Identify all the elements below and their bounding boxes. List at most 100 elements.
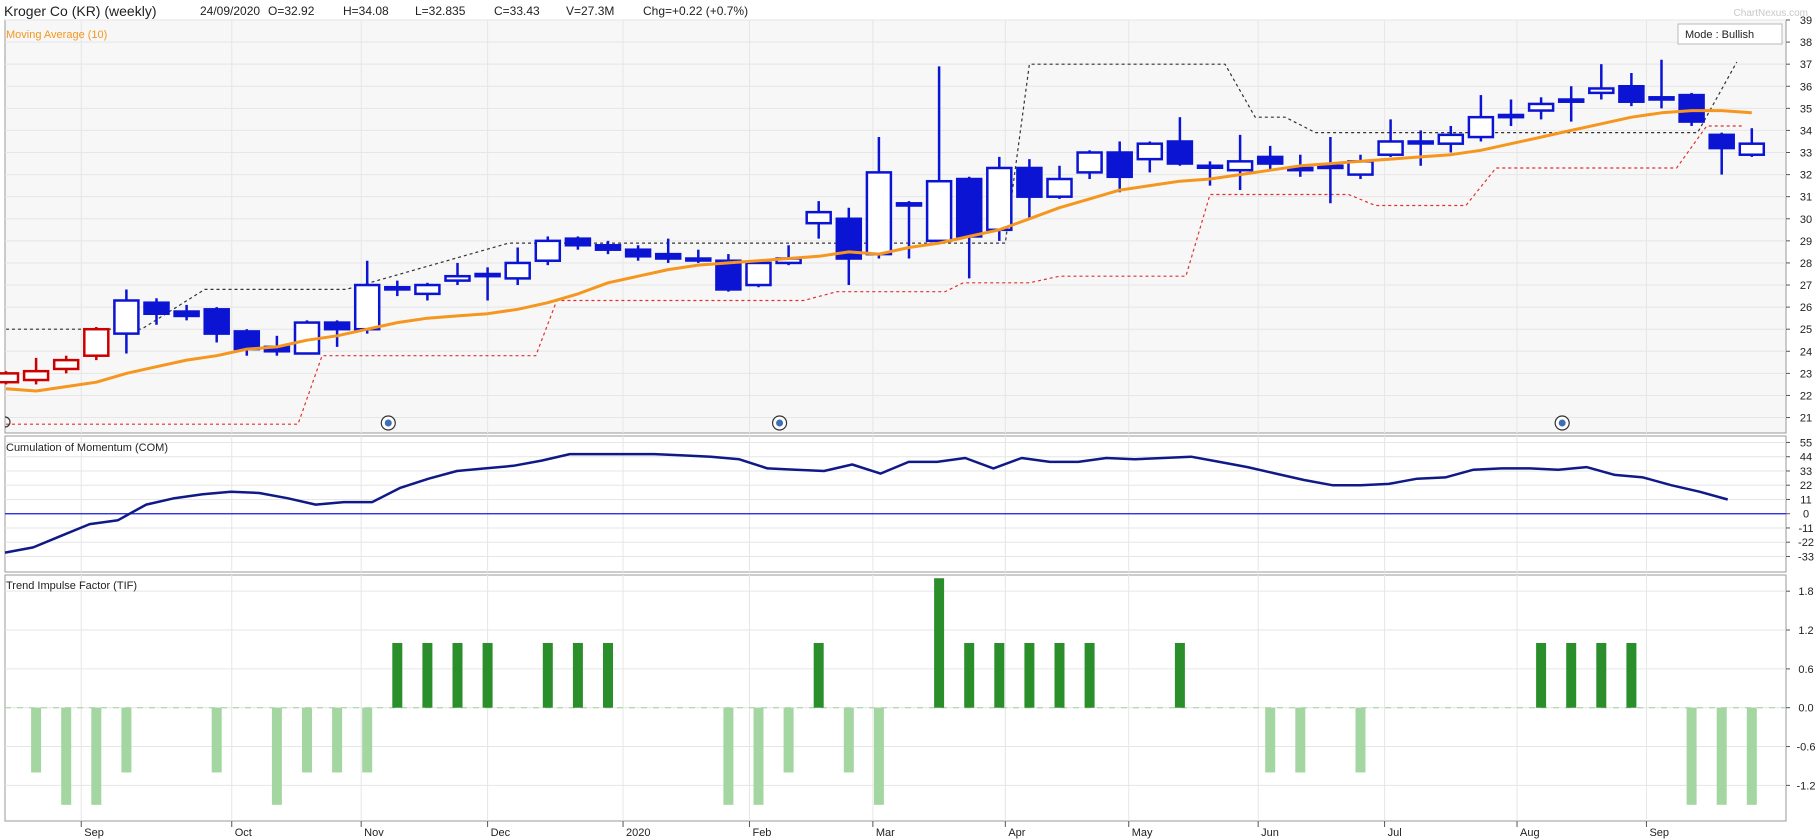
candle-body-down[interactable] bbox=[1678, 93, 1705, 123]
candle-body-up[interactable] bbox=[1738, 142, 1766, 156]
candle-body-up[interactable] bbox=[22, 369, 50, 382]
candle-body-down[interactable] bbox=[1708, 133, 1735, 150]
tif-bar-positive[interactable] bbox=[572, 642, 583, 708]
tif-bar-positive[interactable] bbox=[1054, 642, 1065, 708]
candle-body-up[interactable] bbox=[474, 272, 501, 278]
com-panel[interactable]: -33 -22 -11 0 11 22 33 44 55 Cumulation of Moment… bbox=[4, 435, 1814, 573]
candle-body-up[interactable] bbox=[1196, 164, 1224, 170]
tif-bar-positive[interactable] bbox=[934, 578, 945, 708]
tif-bar-negative[interactable] bbox=[873, 707, 884, 805]
tif-bar-negative[interactable] bbox=[783, 707, 794, 773]
tif-bar-positive[interactable] bbox=[964, 642, 975, 708]
candle-body-up[interactable] bbox=[1588, 87, 1615, 95]
candle-body-up[interactable] bbox=[1437, 133, 1465, 145]
candle-body-down[interactable] bbox=[654, 252, 682, 260]
candle-body-down[interactable] bbox=[564, 237, 592, 247]
header-date: 24/09/2020 bbox=[200, 4, 260, 18]
candle-body-down[interactable] bbox=[1256, 155, 1284, 165]
tif-bar-positive[interactable] bbox=[994, 642, 1005, 708]
candle-body-up[interactable] bbox=[805, 210, 832, 225]
candle-body-up[interactable] bbox=[113, 299, 140, 335]
tif-bar-positive[interactable] bbox=[392, 642, 403, 708]
tif-bar-positive[interactable] bbox=[482, 642, 493, 708]
price-panel[interactable]: 21 22 23 24 25 26 27 28 29 30 31 32 33 34 35 36 37 38 39 Mo… bbox=[0, 15, 1812, 434]
stock-chart[interactable]: Kroger Co (KR) (weekly) 24/09/2020 O=32.… bbox=[0, 0, 1815, 840]
candle-body-up[interactable] bbox=[685, 257, 712, 262]
tif-bar-negative[interactable] bbox=[61, 707, 72, 805]
tif-bar-positive[interactable] bbox=[1174, 642, 1185, 708]
candle-body-up[interactable] bbox=[925, 179, 953, 243]
price-tick-label: 27 bbox=[1800, 280, 1812, 292]
candle-body-down[interactable] bbox=[323, 321, 351, 331]
candle-body-up[interactable] bbox=[1226, 160, 1254, 172]
candle-body-down[interactable] bbox=[955, 177, 983, 238]
tif-bar-positive[interactable] bbox=[452, 642, 463, 708]
tif-bar-positive[interactable] bbox=[1596, 642, 1607, 708]
tif-bar-positive[interactable] bbox=[603, 642, 613, 708]
candle-body-up[interactable] bbox=[83, 327, 110, 357]
candle-body-down[interactable] bbox=[173, 310, 200, 318]
candle-body-up[interactable] bbox=[414, 283, 441, 296]
candle-body-down[interactable] bbox=[143, 301, 170, 315]
candle-body-up[interactable] bbox=[1557, 98, 1585, 103]
tif-bar-negative[interactable] bbox=[91, 707, 102, 805]
tif-bar-negative[interactable] bbox=[1265, 707, 1276, 773]
candle-body-up[interactable] bbox=[384, 285, 411, 291]
tif-bar-negative[interactable] bbox=[332, 707, 343, 773]
tif-bar-negative[interactable] bbox=[1716, 707, 1727, 805]
candle-body-up[interactable] bbox=[1076, 151, 1103, 174]
tif-bar-negative[interactable] bbox=[1746, 707, 1757, 805]
candle-body-down[interactable] bbox=[594, 244, 622, 251]
candle-body-down[interactable] bbox=[1016, 166, 1043, 198]
candle-body-down[interactable] bbox=[624, 248, 652, 258]
tif-bar-positive[interactable] bbox=[1626, 642, 1637, 708]
tif-bar-negative[interactable] bbox=[211, 707, 222, 773]
candle-body-down[interactable] bbox=[233, 330, 261, 351]
tif-bar-negative[interactable] bbox=[1355, 707, 1366, 773]
candle-body-down[interactable] bbox=[1166, 140, 1194, 165]
tif-panel[interactable]: -1.2 -0.6 0.0 0.6 1.2 1.8 Trend Impulse Factor… bbox=[4, 574, 1815, 822]
candle-body-up[interactable] bbox=[745, 261, 772, 287]
tif-bar-positive[interactable] bbox=[1566, 642, 1577, 708]
tif-bar-negative[interactable] bbox=[271, 707, 282, 805]
candle-body-up[interactable] bbox=[1407, 140, 1434, 145]
tif-bar-negative[interactable] bbox=[723, 707, 734, 805]
candle-body-down[interactable] bbox=[1497, 113, 1525, 119]
tif-bar-positive[interactable] bbox=[1084, 642, 1095, 708]
candle-body-up[interactable] bbox=[504, 261, 531, 280]
candle-body-down[interactable] bbox=[715, 259, 742, 291]
time-tick-label: May bbox=[1132, 827, 1153, 839]
candle-body-down[interactable] bbox=[1618, 85, 1645, 103]
tif-bar-positive[interactable] bbox=[1536, 642, 1547, 708]
candle-body-up[interactable] bbox=[1046, 177, 1073, 198]
tif-bar-negative[interactable] bbox=[31, 707, 42, 773]
candle-body-up[interactable] bbox=[52, 358, 80, 371]
candle-body-up[interactable] bbox=[444, 274, 471, 282]
tif-bar-negative[interactable] bbox=[302, 707, 312, 773]
candle-body-up[interactable] bbox=[986, 166, 1013, 232]
tif-bar-negative[interactable] bbox=[843, 707, 854, 773]
candle-body-up[interactable] bbox=[1648, 96, 1675, 101]
candle-body-up[interactable] bbox=[0, 372, 20, 384]
candle-body-up[interactable] bbox=[1317, 164, 1344, 170]
tif-bar-negative[interactable] bbox=[753, 707, 764, 805]
candle-body-down[interactable] bbox=[895, 202, 923, 207]
candle-body-up[interactable] bbox=[1377, 140, 1404, 156]
candle-body-up[interactable] bbox=[1527, 102, 1555, 112]
tif-bar-negative[interactable] bbox=[121, 707, 132, 773]
tif-bar-negative[interactable] bbox=[1686, 707, 1697, 805]
candle-body-up[interactable] bbox=[1467, 115, 1495, 139]
tif-bar-negative[interactable] bbox=[1295, 707, 1306, 773]
tif-bar-negative[interactable] bbox=[362, 707, 373, 773]
candle-body-down[interactable] bbox=[1106, 151, 1133, 179]
tif-bar-positive[interactable] bbox=[422, 642, 433, 708]
tif-bar-positive[interactable] bbox=[542, 642, 553, 708]
candle-body-down[interactable] bbox=[203, 308, 230, 335]
candle-body-up[interactable] bbox=[865, 171, 893, 256]
candle-body-up[interactable] bbox=[353, 283, 381, 331]
tif-bar-positive[interactable] bbox=[1024, 642, 1035, 708]
time-tick-label: Dec bbox=[491, 827, 511, 839]
tif-bar-positive[interactable] bbox=[813, 642, 824, 708]
candle-body-up[interactable] bbox=[1136, 142, 1164, 161]
candle-body-up[interactable] bbox=[534, 239, 562, 262]
